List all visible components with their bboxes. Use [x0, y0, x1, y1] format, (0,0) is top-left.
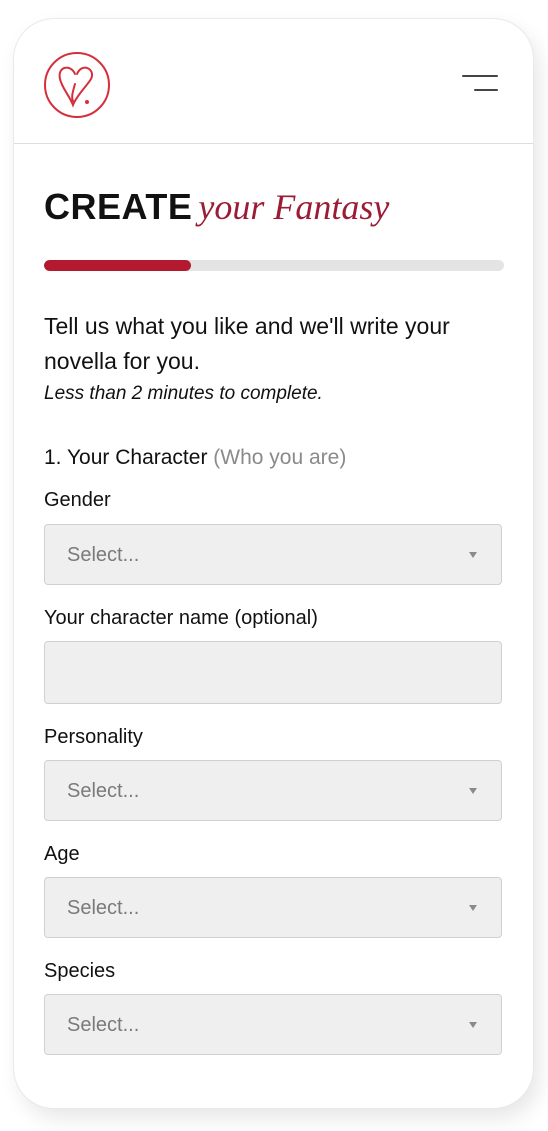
title-fantasy: your Fantasy	[198, 187, 390, 227]
chevron-down-icon	[469, 905, 477, 911]
hamburger-menu-icon[interactable]	[458, 71, 498, 95]
personality-select[interactable]: Select...	[44, 760, 502, 821]
section-title: 1. Your Character (Who you are)	[44, 446, 346, 470]
heart-logo-icon[interactable]	[42, 50, 112, 120]
menu-line-top	[462, 75, 498, 77]
gender-select[interactable]: Select...	[44, 524, 502, 585]
section-number-title: 1. Your Character	[44, 446, 208, 469]
age-select[interactable]: Select...	[44, 877, 502, 938]
character-name-input[interactable]	[44, 641, 502, 704]
chevron-down-icon	[469, 1022, 477, 1028]
chevron-down-icon	[469, 788, 477, 794]
section-hint: (Who you are)	[213, 446, 347, 469]
gender-select-value: Select...	[67, 544, 140, 566]
intro-subtext: Less than 2 minutes to complete.	[44, 383, 323, 404]
species-label: Species	[44, 960, 116, 982]
page-title: CREATE your Fantasy	[44, 186, 390, 227]
phone-frame: CREATE your Fantasy Tell us what you like…	[14, 19, 533, 1108]
progress-bar	[44, 260, 504, 271]
title-create: CREATE	[44, 186, 193, 227]
species-select-value: Select...	[67, 1014, 140, 1036]
age-select-value: Select...	[67, 897, 140, 919]
site-header	[14, 19, 533, 144]
intro-text: Tell us what you like and we'll write yo…	[44, 313, 450, 374]
gender-label: Gender	[44, 489, 111, 511]
character-name-label: Your character name (optional)	[44, 607, 318, 629]
progress-fill	[44, 260, 192, 271]
personality-select-value: Select...	[67, 780, 140, 802]
personality-label: Personality	[44, 726, 143, 748]
species-select[interactable]: Select...	[44, 994, 502, 1055]
chevron-down-icon	[469, 552, 477, 558]
menu-line-bottom	[474, 89, 498, 91]
age-label: Age	[44, 843, 80, 865]
